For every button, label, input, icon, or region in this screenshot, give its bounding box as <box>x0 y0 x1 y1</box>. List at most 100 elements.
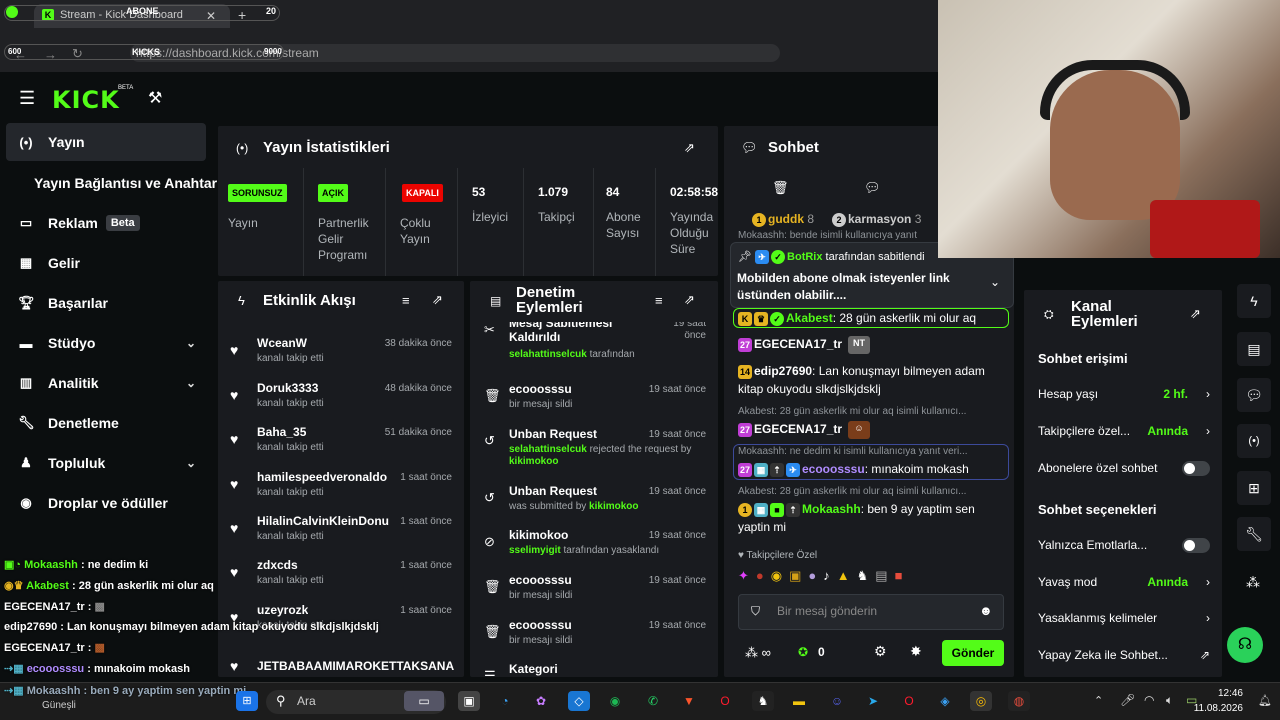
sidebar-item-basarilar[interactable]: 🏆︎ Başarılar <box>6 284 206 322</box>
setting-yasakli-kelimeler[interactable]: Yasaklanmış kelimeler › <box>1038 611 1210 625</box>
overlay-goal-dot-icon <box>6 6 18 18</box>
broadcast-icon[interactable]: (•) <box>1237 424 1271 458</box>
edge-icon[interactable]: ◔ <box>494 691 516 711</box>
setting-hesap-yasi[interactable]: Hesap yaşı 2 hf. › <box>1038 387 1210 401</box>
sidebar-item-denetleme[interactable]: 🔧︎ Denetleme <box>6 404 206 442</box>
chrome-icon[interactable]: ◎ <box>970 691 992 711</box>
list-item[interactable]: ↺ Unban Request selahattinselcuk rejected … <box>470 427 718 471</box>
status-badge: KAPALI <box>402 184 443 202</box>
sidebar-item-reklam[interactable]: ▭ Reklam Beta <box>6 204 206 242</box>
setting-abonelere-ozel[interactable]: Abonelere özel sohbet <box>1038 461 1210 476</box>
popout-icon[interactable]: ⇗ <box>684 292 695 308</box>
sidebar-item-droplar[interactable]: ◉ Droplar ve ödüller <box>6 484 206 522</box>
telegram-icon[interactable]: ➤ <box>862 691 884 711</box>
external-link-icon: ⇗ <box>1199 648 1210 662</box>
apps-icon[interactable]: ⁂ <box>1246 574 1260 591</box>
task-view-icon[interactable]: ▣ <box>458 691 480 711</box>
list-item[interactable]: 🗑︎ ecooosssu bir mesajı sildi 19 saat önce <box>470 573 718 617</box>
list-item[interactable]: ♥ JETBABAAMIMAROKETTAKSANA <box>218 652 464 676</box>
app-icon[interactable]: ◈ <box>934 691 956 711</box>
sidebar-item-topluluk[interactable]: ♟ Topluluk ⌄ <box>6 444 206 482</box>
ad-icon: ▭ <box>19 215 33 230</box>
sidebar-item-analitik[interactable]: ▥ Analitik ⌄ <box>6 364 206 402</box>
heart-icon: ♥ <box>230 387 239 403</box>
file-explorer-icon[interactable]: ▬ <box>788 691 810 711</box>
whatsapp-icon[interactable]: ✆ <box>642 691 664 711</box>
moderation-title: Denetim Eylemleri <box>516 284 583 316</box>
discord-icon[interactable]: ☺ <box>826 691 848 711</box>
weather-widget[interactable]: Güneşli <box>42 700 76 711</box>
chevron-down-icon[interactable]: ⌄ <box>990 275 1000 289</box>
list-item[interactable]: 🗑︎ ecooosssu bir mesajı sildi 19 saat önce <box>470 382 718 426</box>
gear-icon[interactable]: ⚙ <box>874 643 887 660</box>
list-item[interactable]: ♥ Doruk3333 kanalı takip etti 48 dakika önc… <box>218 381 464 425</box>
shield-icon: ⛉ <box>751 604 761 618</box>
send-button[interactable]: Gönder <box>942 640 1004 666</box>
opera-gx-icon[interactable]: O <box>898 691 920 711</box>
overlay-kicks-label: KICKS <box>132 47 161 57</box>
list-item[interactable]: ♥ hamilespeedveronaldo kanalı takip etti 1 … <box>218 470 464 514</box>
brave-icon[interactable]: ▼ <box>678 691 700 711</box>
opera-icon[interactable]: O <box>714 691 736 711</box>
setting-takipcilere-ozel[interactable]: Takipçilere özel... Anında › <box>1038 424 1210 438</box>
wifi-icon[interactable]: ◠ <box>1144 693 1154 707</box>
kick-logo[interactable]: KICK <box>52 86 120 114</box>
obs-icon[interactable]: ◍ <box>1008 691 1030 711</box>
popout-icon[interactable]: ⇗ <box>1190 306 1201 322</box>
sidebar-item-studyo[interactable]: ▬ Stüdyo ⌄ <box>6 324 206 362</box>
vscode-icon[interactable]: ◇ <box>568 691 590 711</box>
hamburger-menu-icon[interactable]: ☰ <box>19 88 35 109</box>
gaming-chair <box>1150 200 1260 258</box>
notification-icon[interactable]: 🔔︎ <box>1258 694 1272 707</box>
app-icon[interactable]: ♞ <box>752 691 774 711</box>
setting-yavas-mod[interactable]: Yavaş mod Anında › <box>1038 575 1210 589</box>
moderation-list: ✂ Mesaj Sabitlemesi Kaldırıldı selahattins… <box>470 322 718 677</box>
list-item[interactable]: ↺ Unban Request was submitted by kikimokoo… <box>470 484 718 528</box>
overlay-chat-line: ⇢▦ ecooosssu : mınakoim mokash <box>4 663 190 675</box>
support-headset-icon[interactable]: ☊ <box>1227 627 1263 663</box>
tray-chevron-up-icon[interactable]: ⌃ <box>1094 694 1103 707</box>
popout-icon[interactable]: ⇗ <box>684 140 695 156</box>
clock-time[interactable]: 12:46 <box>1213 688 1243 699</box>
heart-icon: ♥ <box>230 431 239 447</box>
filter-icon[interactable]: ≡ <box>402 293 410 308</box>
list-item[interactable]: ⊘ kikimokoo sselimyigit tarafından yasakla… <box>470 528 718 572</box>
hammer-icon[interactable]: ⚒ <box>148 88 162 108</box>
emote-row[interactable]: ✦●◉▣●♪▲♞▤■ <box>738 568 1004 588</box>
list-item[interactable]: ♥ HilalinCalvinKleinDonu kanalı takip etti… <box>218 514 464 558</box>
analytics-icon: ▥ <box>19 375 33 390</box>
emoji-icon[interactable]: ☻ <box>979 603 993 618</box>
points-icon[interactable]: ⁂ ∞ <box>745 645 771 661</box>
bolt-icon[interactable]: ϟ <box>1237 284 1271 318</box>
wrench-icon[interactable]: 🔧︎ <box>1237 517 1271 551</box>
volume-icon[interactable]: 🔈︎ <box>1166 693 1173 708</box>
chat-bubble-icon[interactable]: 💬︎ <box>1237 378 1271 412</box>
spotify-icon[interactable]: ◉ <box>604 691 626 711</box>
toggle-switch[interactable] <box>1182 538 1210 553</box>
sidebar-item-gelir[interactable]: ▦ Gelir <box>6 244 206 282</box>
chat-input-placeholder[interactable]: Bir mesaj gönderin <box>777 604 877 618</box>
chat-bubble-icon[interactable]: 💬︎ <box>864 180 881 196</box>
setting-yapay-zeka[interactable]: Yapay Zeka ile Sohbet... ⇗ <box>1038 648 1210 662</box>
windows-start-icon[interactable]: ⊞ <box>236 691 258 711</box>
list-item[interactable]: ☰ Kategori <box>470 662 718 677</box>
list-item[interactable]: ✂ Mesaj Sabitlemesi Kaldırıldı selahattins… <box>470 322 718 360</box>
clock-date[interactable]: 11.08.2026 <box>1187 703 1243 714</box>
list-item[interactable]: ♥ WceanW kanalı takip etti 38 dakika önce <box>218 336 464 380</box>
list-item[interactable]: ♥ Baha_35 kanalı takip etti 51 dakika önce <box>218 425 464 469</box>
list-item[interactable]: ♥ zdxcds kanalı takip etti 1 saat önce <box>218 558 464 602</box>
toggle-switch[interactable] <box>1182 461 1210 476</box>
chat-message: 1 ▦ ■ ⇡ Mokaashh: ben 9 ay yaptim sen yaptin… <box>738 502 975 534</box>
microphone-icon[interactable]: 🎤︎ <box>1120 693 1135 707</box>
popout-icon[interactable]: ⇗ <box>432 292 443 308</box>
sidebar-item-stream-key[interactable]: Yayın Bağlantısı ve Anahtarı <box>20 164 221 202</box>
filter-icon[interactable]: ≡ <box>655 293 663 308</box>
layout-icon[interactable]: ⊞ <box>1237 471 1271 505</box>
badge-icon[interactable]: ✸ <box>910 643 922 660</box>
list-item[interactable]: 🗑︎ ecooosssu bir mesajı sildi 19 saat önce <box>470 618 718 662</box>
copilot-icon[interactable]: ✿ <box>530 691 552 711</box>
document-icon[interactable]: ▤ <box>1237 332 1271 366</box>
sidebar-item-yayin[interactable]: (•) Yayın <box>6 123 206 161</box>
setting-emotes-only[interactable]: Yalnızca Emotlarla... <box>1038 538 1210 553</box>
trash-icon[interactable]: 🗑︎ <box>772 180 789 196</box>
